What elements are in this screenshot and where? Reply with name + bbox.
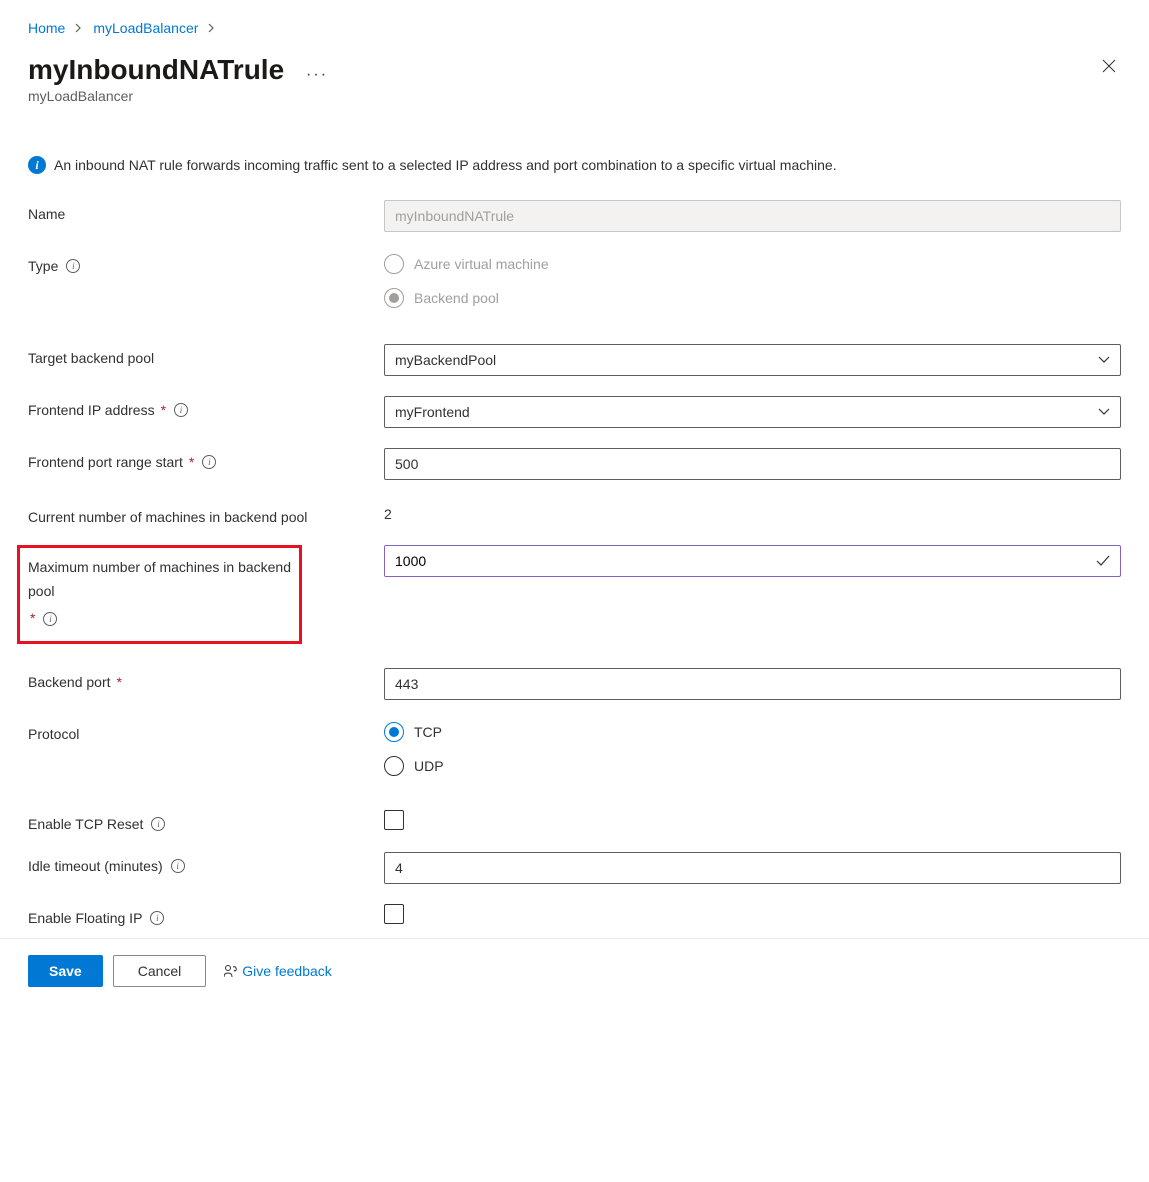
- info-icon: i: [28, 156, 46, 174]
- name-input: [384, 200, 1121, 232]
- info-icon[interactable]: i: [66, 259, 80, 273]
- name-label: Name: [28, 200, 384, 222]
- info-icon[interactable]: i: [171, 859, 185, 873]
- target-pool-label: Target backend pool: [28, 344, 384, 366]
- radio-icon: [384, 254, 404, 274]
- feedback-link[interactable]: Give feedback: [224, 963, 332, 979]
- max-machines-input[interactable]: [385, 546, 1096, 576]
- floating-ip-checkbox[interactable]: [384, 904, 404, 924]
- footer: Save Cancel Give feedback: [0, 938, 1149, 1003]
- type-radio-pool: Backend pool: [384, 288, 1121, 308]
- tcp-reset-checkbox[interactable]: [384, 810, 404, 830]
- save-button[interactable]: Save: [28, 955, 103, 987]
- port-start-input[interactable]: [384, 448, 1121, 480]
- radio-icon: [384, 722, 404, 742]
- frontend-ip-label: Frontend IP address* i: [28, 396, 384, 418]
- port-start-label: Frontend port range start* i: [28, 448, 384, 470]
- chevron-down-icon: [1098, 408, 1110, 416]
- chevron-down-icon: [1098, 356, 1110, 364]
- type-label: Type i: [28, 252, 384, 274]
- max-machines-highlight: Maximum number of machines in backend po…: [17, 545, 302, 644]
- breadcrumb: Home myLoadBalancer: [28, 20, 1121, 36]
- info-icon[interactable]: i: [151, 817, 165, 831]
- breadcrumb-home[interactable]: Home: [28, 20, 65, 36]
- chevron-right-icon: [75, 23, 83, 33]
- backend-port-label: Backend port*: [28, 668, 384, 690]
- page-subtitle: myLoadBalancer: [28, 88, 328, 104]
- radio-icon: [384, 756, 404, 776]
- floating-ip-label: Enable Floating IP i: [28, 904, 384, 926]
- type-radio-vm: Azure virtual machine: [384, 254, 1121, 274]
- close-button[interactable]: [1097, 54, 1121, 78]
- check-icon: [1096, 555, 1120, 567]
- feedback-icon: [224, 964, 238, 978]
- current-machines-label: Current number of machines in backend po…: [28, 500, 384, 528]
- chevron-right-icon: [208, 23, 216, 33]
- info-text: An inbound NAT rule forwards incoming tr…: [54, 154, 837, 176]
- cancel-button[interactable]: Cancel: [113, 955, 207, 987]
- protocol-label: Protocol: [28, 720, 384, 742]
- protocol-radio-udp[interactable]: UDP: [384, 756, 1121, 776]
- backend-port-input[interactable]: [384, 668, 1121, 700]
- max-machines-input-wrapper: [384, 545, 1121, 577]
- idle-timeout-input[interactable]: [384, 852, 1121, 884]
- frontend-ip-select[interactable]: myFrontend: [384, 396, 1121, 428]
- page-title: myInboundNATrule: [28, 54, 284, 86]
- target-pool-select[interactable]: myBackendPool: [384, 344, 1121, 376]
- protocol-radio-tcp[interactable]: TCP: [384, 722, 1121, 742]
- info-icon[interactable]: i: [174, 403, 188, 417]
- max-machines-label: Maximum number of machines in backend po…: [28, 556, 291, 631]
- info-banner: i An inbound NAT rule forwards incoming …: [28, 154, 1121, 176]
- breadcrumb-parent[interactable]: myLoadBalancer: [93, 20, 198, 36]
- tcp-reset-label: Enable TCP Reset i: [28, 810, 384, 832]
- info-icon[interactable]: i: [202, 455, 216, 469]
- info-icon[interactable]: i: [43, 612, 57, 626]
- idle-timeout-label: Idle timeout (minutes) i: [28, 852, 384, 874]
- info-icon[interactable]: i: [150, 911, 164, 925]
- radio-icon: [384, 288, 404, 308]
- more-actions-button[interactable]: ···: [306, 66, 328, 84]
- current-machines-value: 2: [384, 500, 1121, 522]
